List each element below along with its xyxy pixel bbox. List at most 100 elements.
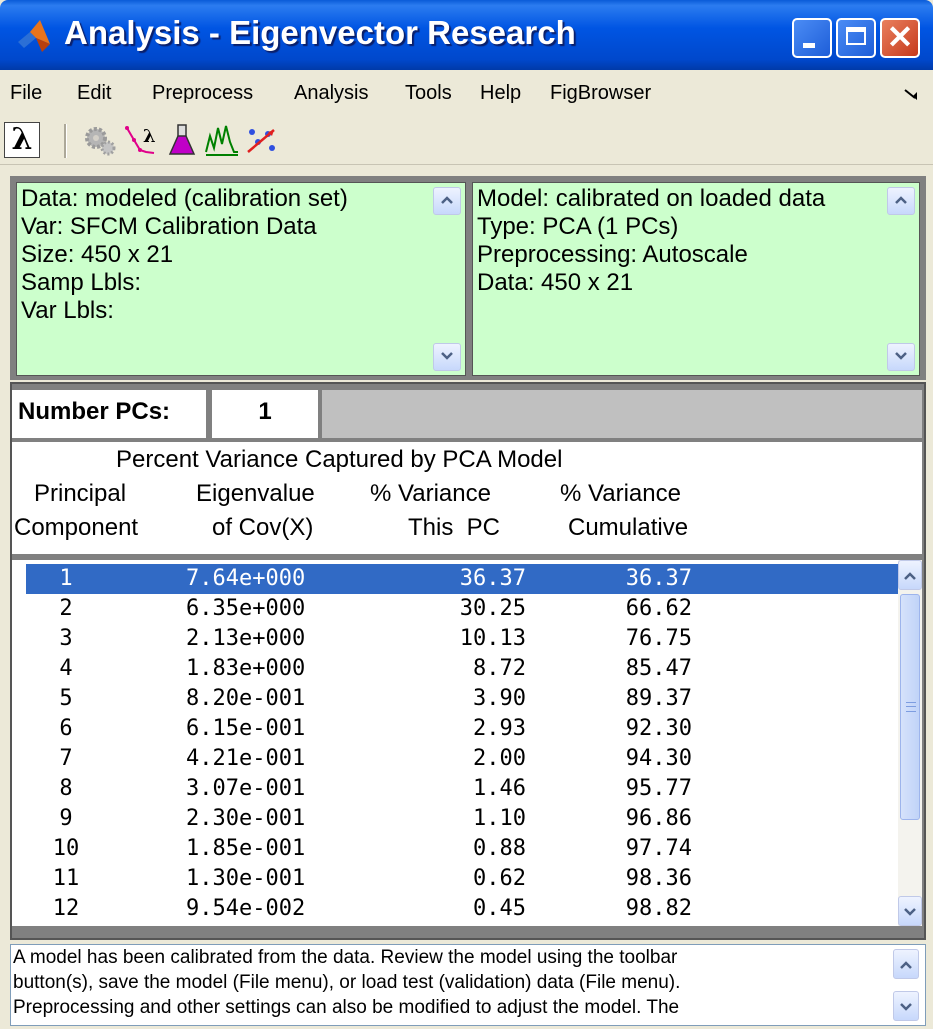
table-row[interactable]: 9 2.30e-001 1.10 96.86 [26, 804, 900, 834]
table-cell: 97.74 [625, 836, 692, 861]
table-row[interactable]: 11 1.30e-001 0.62 98.36 [26, 864, 900, 894]
scroll-thumb[interactable] [900, 594, 920, 820]
data-info-line: Size: 450 x 21 [21, 241, 174, 268]
table-cell: 1.83e+000 [186, 656, 306, 681]
table-row[interactable]: 6 6.15e-001 2.93 92.30 [26, 714, 900, 744]
table-row[interactable]: 5 8.20e-001 3.90 89.37 [26, 684, 900, 714]
table-row[interactable]: 7 4.21e-001 2.00 94.30 [26, 744, 900, 774]
chevron-up-icon [895, 196, 907, 204]
menu-help[interactable]: Help [480, 82, 521, 105]
variance-table-header: Percent Variance Captured by PCA Model P… [12, 442, 922, 554]
spectrum-plot-icon[interactable] [204, 122, 240, 158]
table-cell: 94.30 [625, 746, 692, 771]
table-cell: 0.62 [473, 866, 526, 891]
data-info-line: Samp Lbls: [21, 269, 142, 296]
info-panels: Data: modeled (calibration set) Var: SFC… [10, 176, 926, 380]
data-info-line: Var Lbls: [21, 297, 114, 324]
menu-figbrowser[interactable]: FigBrowser [550, 82, 651, 105]
menu-file[interactable]: File [10, 82, 42, 105]
variance-listbox[interactable]: 1 7.64e+000 36.37 36.37 2 6.35e+000 30.25 66.62… [12, 560, 922, 926]
minimize-button[interactable] [792, 18, 832, 58]
table-cell: 6.35e+000 [186, 596, 306, 621]
table-cell: 76.75 [625, 626, 692, 651]
menu-tools[interactable]: Tools [405, 82, 452, 105]
table-cell: 2.13e+000 [186, 626, 306, 651]
model-info-line: Type: PCA (1 PCs) [477, 213, 679, 240]
table-row[interactable]: 4 1.83e+000 8.72 85.47 [26, 654, 900, 684]
table-cell: 1.30e-001 [186, 866, 306, 891]
column-header-principal: Principal [34, 480, 127, 507]
table-cell: 6 [59, 716, 73, 741]
status-line: A model has been calibrated from the dat… [13, 947, 678, 968]
eigenvalue-plot-icon[interactable]: λ [124, 122, 160, 158]
scroll-up-button[interactable] [433, 187, 461, 215]
model-info-line: Model: calibrated on loaded data [477, 185, 826, 212]
scroll-down-button[interactable] [898, 896, 922, 926]
maximize-button[interactable] [836, 18, 876, 58]
column-header-eigenvalue: Eigenvalue [196, 480, 315, 507]
chevron-down-icon [441, 352, 453, 360]
number-pcs-value: 1 [258, 398, 272, 425]
table-cell: 36.37 [459, 566, 526, 591]
minimize-icon [803, 43, 815, 48]
number-pcs-label-box: Number PCs: [12, 390, 206, 438]
table-row[interactable]: 2 6.35e+000 30.25 66.62 [26, 594, 900, 624]
menu-analysis[interactable]: Analysis [294, 82, 368, 105]
scatter-arrow-icon[interactable] [244, 122, 280, 158]
table-row[interactable]: 12 9.54e-002 0.45 98.82 [26, 894, 900, 924]
table-row[interactable]: 1 7.64e+000 36.37 36.37 [26, 564, 900, 594]
scroll-up-button[interactable] [898, 560, 922, 590]
flask-icon[interactable] [164, 122, 200, 158]
table-cell: 2.30e-001 [186, 806, 306, 831]
table-cell: 9.54e-002 [186, 896, 306, 921]
model-info-panel: Model: calibrated on loaded data Type: P… [472, 182, 920, 376]
status-text-box[interactable]: A model has been calibrated from the dat… [10, 944, 926, 1026]
chevron-up-icon [904, 572, 916, 580]
scroll-down-button[interactable] [433, 343, 461, 371]
table-cell: 12 [52, 896, 80, 921]
scroll-up-button[interactable] [893, 949, 919, 979]
table-cell: 2.00 [473, 746, 526, 771]
model-info-line: Preprocessing: Autoscale [477, 241, 748, 268]
column-header-component: Component [14, 514, 139, 541]
menu-edit[interactable]: Edit [77, 82, 111, 105]
chevron-up-icon [441, 196, 453, 204]
table-cell: 30.25 [459, 596, 526, 621]
scroll-down-button[interactable] [887, 343, 915, 371]
table-cell: 1 [59, 566, 73, 591]
number-pcs-field[interactable]: 1 [212, 390, 318, 438]
table-cell: 36.37 [625, 566, 692, 591]
gears-icon[interactable] [82, 122, 118, 158]
table-cell: 4.21e-001 [186, 746, 306, 771]
table-row[interactable]: 10 1.85e-001 0.88 97.74 [26, 834, 900, 864]
chevron-down-icon [900, 1003, 912, 1011]
vertical-scrollbar[interactable] [898, 560, 922, 926]
menu-preprocess[interactable]: Preprocess [152, 82, 253, 105]
maximize-icon [846, 27, 866, 45]
table-cell: 3 [59, 626, 73, 651]
toolbar-separator [64, 124, 67, 158]
table-cell: 9 [59, 806, 73, 831]
table-row[interactable]: 8 3.07e-001 1.46 95.77 [26, 774, 900, 804]
number-pcs-spacer [322, 390, 922, 438]
table-cell: 7 [59, 746, 73, 771]
close-button[interactable]: ✕ [880, 18, 920, 58]
lambda-icon[interactable]: λ [4, 122, 40, 158]
table-cell: 89.37 [625, 686, 692, 711]
dock-arrow-icon[interactable] [903, 88, 919, 102]
table-row[interactable]: 3 2.13e+000 10.13 76.75 [26, 624, 900, 654]
close-icon: ✕ [886, 19, 914, 55]
scroll-down-button[interactable] [893, 991, 919, 1021]
scroll-up-button[interactable] [887, 187, 915, 215]
table-cell: 8.72 [473, 656, 526, 681]
table-cell: 10.13 [459, 626, 526, 651]
title-bar[interactable]: Analysis - Eigenvector Research ✕ [0, 0, 933, 70]
table-cell: 7.64e+000 [186, 566, 306, 591]
column-header-variance-cum: % Variance [560, 480, 681, 507]
table-cell: 8 [59, 776, 73, 801]
number-pcs-label: Number PCs: [18, 398, 171, 425]
table-cell: 66.62 [625, 596, 692, 621]
table-cell: 2 [59, 596, 73, 621]
svg-text:λ: λ [143, 126, 156, 147]
analysis-window: Analysis - Eigenvector Research ✕ File E… [0, 0, 933, 1029]
